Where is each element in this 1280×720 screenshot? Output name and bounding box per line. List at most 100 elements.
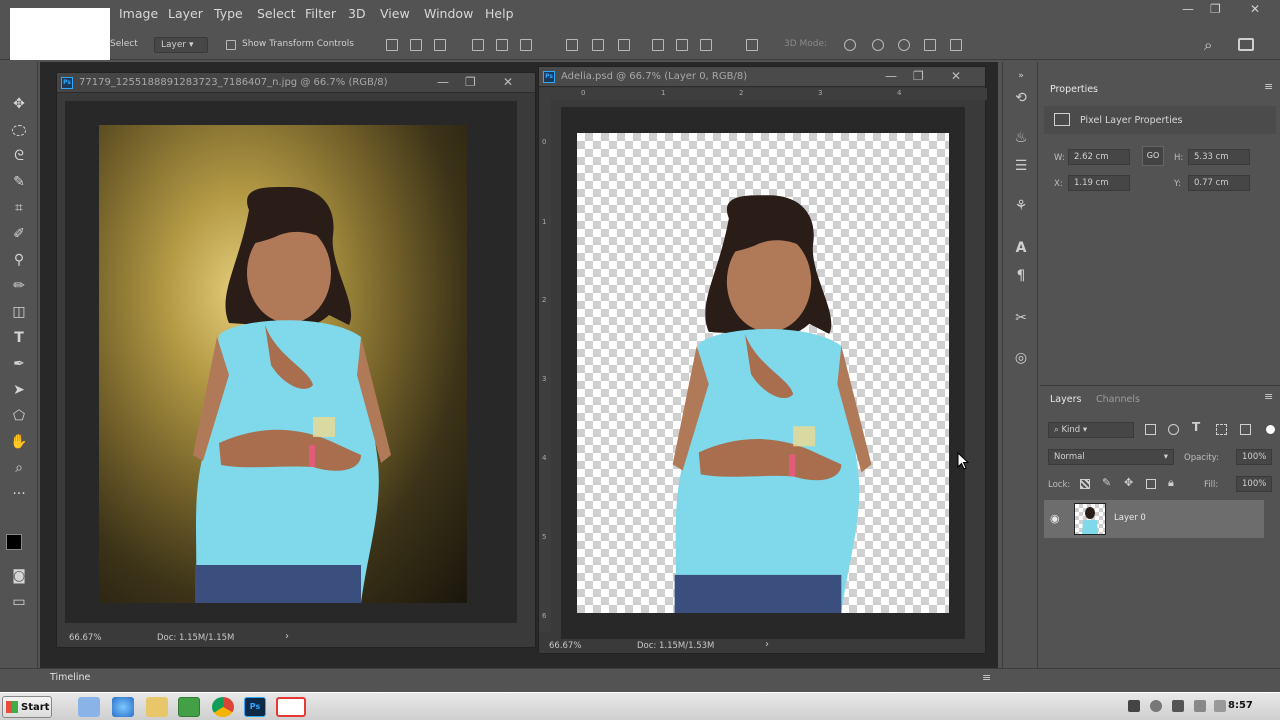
tray-volume-icon[interactable] bbox=[1194, 700, 1206, 712]
more-tools-icon[interactable]: ··· bbox=[8, 484, 30, 504]
menu-help[interactable]: Help bbox=[485, 6, 514, 21]
auto-align-icon[interactable] bbox=[746, 39, 758, 51]
filter-type-icon[interactable]: T bbox=[1192, 420, 1200, 434]
close-button[interactable]: ✕ bbox=[1250, 2, 1260, 16]
eraser-tool-icon[interactable]: ◫ bbox=[8, 302, 30, 322]
menu-view[interactable]: View bbox=[380, 6, 410, 21]
lasso-tool-icon[interactable]: ᘓ bbox=[8, 146, 30, 166]
doc1-status-chevron-icon[interactable]: › bbox=[285, 631, 289, 642]
hand-tool-icon[interactable]: ✋ bbox=[8, 432, 30, 452]
type-tool-icon[interactable]: T bbox=[8, 328, 30, 348]
doc2-minimize-button[interactable]: — bbox=[885, 69, 897, 83]
doc2-restore-button[interactable]: ❐ bbox=[913, 69, 924, 83]
lock-position-icon[interactable]: ✥ bbox=[1124, 476, 1133, 489]
doc2-close-button[interactable]: ✕ bbox=[951, 69, 961, 83]
distribute-bottom-icon[interactable] bbox=[618, 39, 630, 51]
healing-brush-tool-icon[interactable]: ⚲ bbox=[8, 250, 30, 270]
menu-image[interactable]: Image bbox=[119, 6, 158, 21]
path-select-tool-icon[interactable]: ➤ bbox=[8, 380, 30, 400]
show-transform-checkbox[interactable] bbox=[226, 40, 236, 50]
distribute-vcenter-icon[interactable] bbox=[592, 39, 604, 51]
menu-select[interactable]: Select bbox=[257, 6, 296, 21]
menu-3d[interactable]: 3D bbox=[348, 6, 366, 21]
align-vcenter-icon[interactable] bbox=[410, 39, 422, 51]
tray-network-icon[interactable] bbox=[1172, 700, 1184, 712]
restore-button[interactable]: ❐ bbox=[1210, 2, 1221, 16]
document-tab-2[interactable]: Ps Adelia.psd @ 66.7% (Layer 0, RGB/8) —… bbox=[539, 67, 985, 87]
quick-mask-icon[interactable]: ◙ bbox=[8, 566, 30, 586]
filter-shape-icon[interactable] bbox=[1216, 424, 1227, 435]
distribute-top-icon[interactable] bbox=[566, 39, 578, 51]
tab-properties[interactable]: Properties bbox=[1050, 84, 1098, 95]
doc2-zoom-level[interactable]: 66.67% bbox=[549, 641, 581, 651]
taskbar-ie-icon[interactable] bbox=[112, 697, 134, 717]
lock-pixels-icon[interactable]: ✎ bbox=[1102, 476, 1111, 489]
taskbar-red-app-icon[interactable] bbox=[276, 697, 306, 717]
paragraph-icon[interactable]: ¶ bbox=[1011, 266, 1031, 286]
y-field[interactable]: 0.77 cm bbox=[1188, 175, 1250, 191]
filter-toggle-icon[interactable] bbox=[1266, 425, 1275, 434]
pen-tool-icon[interactable]: ✒ bbox=[8, 354, 30, 374]
kind-filter-dropdown[interactable]: ⌕ Kind ▾ bbox=[1048, 422, 1134, 438]
filter-adjustment-icon[interactable] bbox=[1168, 424, 1179, 435]
filter-smart-object-icon[interactable] bbox=[1240, 424, 1251, 435]
tab-timeline[interactable]: Timeline bbox=[50, 672, 90, 683]
layer-name[interactable]: Layer 0 bbox=[1114, 513, 1146, 523]
doc1-minimize-button[interactable]: — bbox=[437, 75, 449, 89]
opacity-field[interactable]: 100% bbox=[1236, 449, 1272, 465]
fill-field[interactable]: 100% bbox=[1236, 476, 1272, 492]
doc1-close-button[interactable]: ✕ bbox=[503, 75, 513, 89]
height-field[interactable]: 5.33 cm bbox=[1188, 149, 1250, 165]
3d-drag-icon[interactable] bbox=[898, 39, 910, 51]
marquee-tool-icon[interactable] bbox=[8, 120, 30, 140]
brush-tool-icon[interactable]: ✏ bbox=[8, 276, 30, 296]
taskbar-green-app-icon[interactable] bbox=[178, 697, 200, 717]
lock-all-icon[interactable]: 🔒︎ bbox=[1168, 476, 1174, 490]
filter-pixel-icon[interactable] bbox=[1145, 424, 1156, 435]
character-icon[interactable]: A bbox=[1011, 238, 1031, 258]
quick-select-tool-icon[interactable]: ✎ bbox=[8, 172, 30, 192]
tray-icon-1[interactable] bbox=[1128, 700, 1140, 712]
portrait-photo[interactable] bbox=[99, 125, 467, 603]
doc2-status-chevron-icon[interactable]: › bbox=[765, 639, 769, 650]
eyedropper-tool-icon[interactable]: ✐ bbox=[8, 224, 30, 244]
align-left-icon[interactable] bbox=[472, 39, 484, 51]
layer-row-layer-0[interactable]: ◉ Layer 0 bbox=[1044, 500, 1264, 538]
distribute-left-icon[interactable] bbox=[652, 39, 664, 51]
clone-source-icon[interactable]: ⚘ bbox=[1011, 196, 1031, 216]
align-bottom-icon[interactable] bbox=[434, 39, 446, 51]
tray-icon-5[interactable] bbox=[1214, 700, 1226, 712]
move-tool-icon[interactable]: ✥ bbox=[8, 94, 30, 114]
zoom-tool-icon[interactable]: ⌕ bbox=[8, 458, 30, 478]
width-field[interactable]: 2.62 cm bbox=[1068, 149, 1130, 165]
document-tab-1[interactable]: Ps 77179_1255188891283723_7186407_n.jpg … bbox=[57, 73, 535, 93]
tab-channels[interactable]: Channels bbox=[1096, 394, 1140, 405]
blend-mode-dropdown[interactable]: Normal ▾ bbox=[1048, 449, 1174, 465]
brush-panel-icon[interactable]: ♨ bbox=[1011, 128, 1031, 148]
vertical-ruler[interactable]: 0 1 2 3 4 5 6 bbox=[539, 100, 551, 632]
screen-mode-icon[interactable]: ▭ bbox=[8, 592, 30, 612]
taskbar-clock[interactable]: 8:57 bbox=[1228, 700, 1253, 711]
taskbar-chrome-icon[interactable] bbox=[212, 697, 234, 717]
lock-transparency-icon[interactable] bbox=[1080, 479, 1090, 489]
crop-tool-icon[interactable]: ⌗ bbox=[8, 198, 30, 218]
layer-visibility-eye-icon[interactable]: ◉ bbox=[1050, 512, 1060, 525]
distribute-hcenter-icon[interactable] bbox=[676, 39, 688, 51]
timeline-menu-icon[interactable]: ≡ bbox=[982, 671, 991, 684]
shape-tool-icon[interactable]: ⬠ bbox=[8, 406, 30, 426]
3d-panel-icon[interactable]: ◎ bbox=[1011, 348, 1031, 368]
align-hcenter-icon[interactable] bbox=[496, 39, 508, 51]
lock-artboard-icon[interactable] bbox=[1146, 479, 1156, 489]
workspace-icon[interactable] bbox=[1238, 38, 1254, 51]
3d-scale-icon[interactable] bbox=[950, 39, 962, 51]
search-icon[interactable]: ⌕ bbox=[1204, 36, 1212, 54]
menu-type[interactable]: Type bbox=[214, 6, 243, 21]
foreground-color-swatch[interactable] bbox=[6, 534, 22, 550]
align-right-icon[interactable] bbox=[520, 39, 532, 51]
doc1-zoom-level[interactable]: 66.67% bbox=[69, 633, 101, 643]
minimize-button[interactable]: — bbox=[1182, 2, 1194, 16]
taskbar-photoshop-icon[interactable]: Ps bbox=[244, 697, 266, 717]
menu-filter[interactable]: Filter bbox=[305, 6, 336, 21]
tab-layers[interactable]: Layers bbox=[1050, 394, 1081, 405]
adjustments-icon[interactable]: ☰ bbox=[1011, 156, 1031, 176]
